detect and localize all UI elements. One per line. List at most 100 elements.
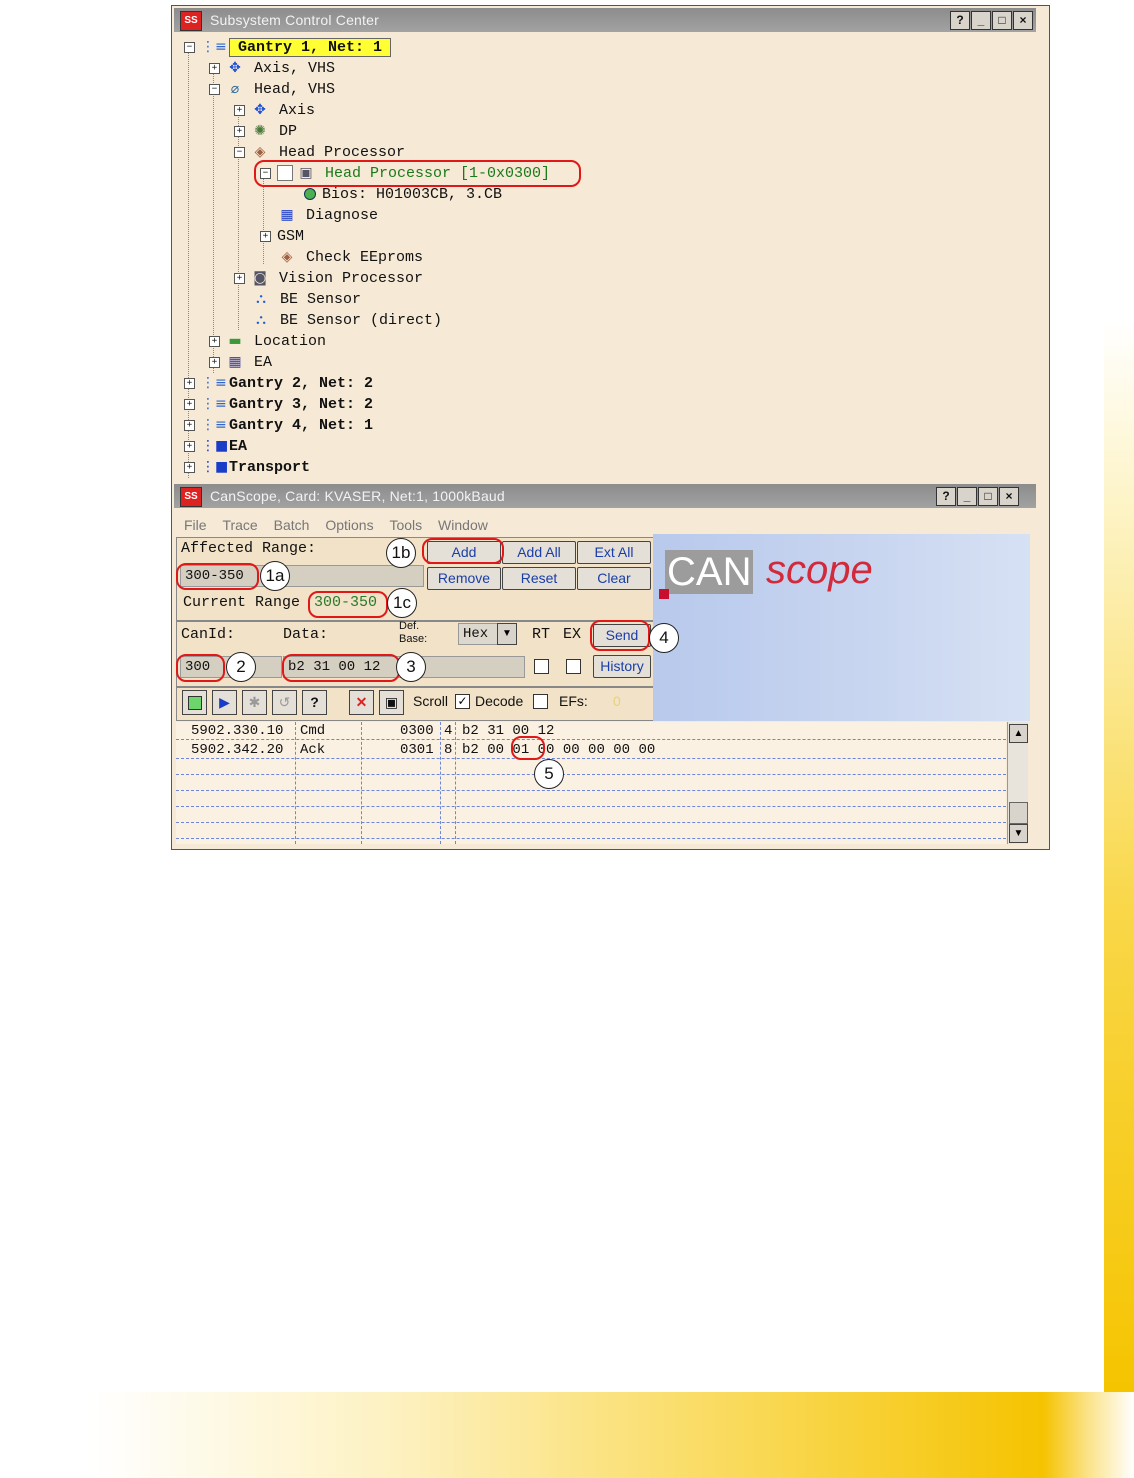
- tree-network-icon: ⋮■: [201, 459, 229, 476]
- expand-toggle-icon[interactable]: +: [209, 62, 220, 74]
- annotation-highlight-send: [590, 620, 650, 651]
- add-all-button[interactable]: Add All: [502, 541, 576, 564]
- clear-button[interactable]: Clear: [577, 567, 651, 590]
- tree-node-ea[interactable]: + ▦ EA: [209, 353, 272, 373]
- tree-node-bios[interactable]: Bios: H01003CB, 3.CB: [304, 185, 502, 205]
- trace-data: b2 31 00 12: [462, 723, 555, 739]
- expand-toggle-icon[interactable]: +: [260, 230, 271, 242]
- tree-node-gantry-1[interactable]: − ⋮≡ Gantry 1, Net: 1: [184, 38, 392, 58]
- close-button[interactable]: ×: [1013, 11, 1033, 30]
- ext-all-button[interactable]: Ext All: [577, 541, 651, 564]
- trace-scrollbar[interactable]: ▲ ▼: [1007, 722, 1028, 844]
- expand-toggle-icon[interactable]: +: [184, 440, 195, 452]
- data-label: Data:: [283, 626, 329, 643]
- history-button[interactable]: History: [593, 655, 651, 678]
- decode-checkbox[interactable]: [533, 694, 548, 709]
- expand-toggle-icon[interactable]: +: [234, 104, 245, 116]
- expand-toggle-icon[interactable]: +: [209, 335, 220, 347]
- help-icon[interactable]: ?: [950, 11, 970, 30]
- ex-checkbox[interactable]: [566, 659, 581, 674]
- chip-icon: ◈: [281, 249, 293, 266]
- expand-toggle-icon[interactable]: +: [184, 461, 195, 473]
- maximize-button[interactable]: □: [992, 11, 1012, 30]
- annotation-highlight-data: [282, 654, 400, 682]
- location-bar-icon: ▬: [228, 333, 242, 350]
- scroll-up-icon[interactable]: ▲: [1009, 724, 1028, 743]
- help-icon[interactable]: ?: [302, 690, 327, 715]
- play-icon[interactable]: ▶: [212, 690, 237, 715]
- collapse-toggle-icon[interactable]: −: [234, 146, 245, 158]
- collapse-toggle-icon[interactable]: −: [184, 41, 195, 53]
- sensor-icon: ⛬: [256, 291, 266, 308]
- callout-1b: 1b: [386, 538, 416, 568]
- expand-toggle-icon[interactable]: +: [184, 377, 195, 389]
- sensor-icon: ⛬: [256, 312, 266, 329]
- delete-icon[interactable]: ✕: [349, 690, 374, 715]
- expand-toggle-icon[interactable]: +: [234, 125, 245, 137]
- undo-icon[interactable]: ↺: [272, 690, 297, 715]
- annotation-highlight-current-range: [308, 591, 388, 618]
- trace-id: 0301: [400, 742, 434, 758]
- base-select[interactable]: Hex: [458, 623, 502, 645]
- close-button[interactable]: ×: [999, 487, 1019, 506]
- tree-node-be-sensor-direct[interactable]: ⛬ BE Sensor (direct): [252, 311, 442, 331]
- stop-icon[interactable]: [182, 690, 207, 715]
- menu-trace[interactable]: Trace: [222, 517, 257, 533]
- current-range-label: Current Range: [183, 594, 301, 611]
- app-logo-icon: SS: [180, 487, 202, 507]
- scroll-thumb[interactable]: [1009, 802, 1028, 824]
- expand-toggle-icon[interactable]: +: [234, 272, 245, 284]
- menu-options[interactable]: Options: [325, 517, 373, 533]
- tree-node-check-eeproms[interactable]: ◈ Check EEproms: [278, 248, 423, 268]
- decorative-yellow-band-bottom: [0, 1392, 1134, 1478]
- scroll-label: Scroll: [413, 693, 449, 709]
- def-base-label-1: Def.: [399, 620, 420, 632]
- rt-checkbox[interactable]: [534, 659, 549, 674]
- annotation-highlight-head-processor: [254, 160, 581, 187]
- expand-toggle-icon[interactable]: +: [209, 356, 220, 368]
- tree-network-icon: ⋮≡: [201, 39, 227, 56]
- tree-node-vision-processor[interactable]: + ◙ Vision Processor: [234, 269, 423, 289]
- chevron-down-icon[interactable]: ▼: [497, 623, 517, 645]
- pause-icon[interactable]: ✱: [242, 690, 267, 715]
- tree-node-gantry-3[interactable]: + ⋮≡ Gantry 3, Net: 2: [184, 395, 373, 415]
- menu-file[interactable]: File: [184, 517, 207, 533]
- tree-node-axis-vhs[interactable]: + ✥ Axis, VHS: [209, 59, 335, 79]
- reset-button[interactable]: Reset: [502, 567, 576, 590]
- save-icon[interactable]: ▣: [379, 690, 404, 715]
- maximize-button[interactable]: □: [978, 487, 998, 506]
- tree-node-location[interactable]: + ▬ Location: [209, 332, 326, 352]
- tree-node-transport[interactable]: + ⋮■Transport: [184, 458, 310, 478]
- menu-tools[interactable]: Tools: [389, 517, 422, 533]
- trace-len: 4: [444, 723, 453, 739]
- expand-toggle-icon[interactable]: +: [184, 398, 195, 410]
- menu-window[interactable]: Window: [438, 517, 488, 533]
- grid-icon: ▦: [228, 354, 242, 371]
- tree-node-be-sensor[interactable]: ⛬ BE Sensor: [252, 290, 361, 310]
- menu-batch[interactable]: Batch: [274, 517, 310, 533]
- tree-node-gantry-2[interactable]: + ⋮≡ Gantry 2, Net: 2: [184, 374, 373, 394]
- affected-range-label: Affected Range:: [181, 540, 317, 557]
- help-icon[interactable]: ?: [936, 487, 956, 506]
- minimize-button[interactable]: _: [957, 487, 977, 506]
- minimize-button[interactable]: _: [971, 11, 991, 30]
- collapse-toggle-icon[interactable]: −: [209, 83, 220, 95]
- tree-node-axis[interactable]: + ✥ Axis: [234, 101, 315, 121]
- remove-button[interactable]: Remove: [427, 567, 501, 590]
- tree-node-gsm[interactable]: + GSM: [260, 227, 304, 247]
- logo-square-icon: [659, 589, 669, 599]
- tree-network-icon: ⋮≡: [201, 375, 227, 392]
- tree-node-head-vhs[interactable]: − ⌀ Head, VHS: [209, 80, 335, 100]
- tree-node-gantry-4[interactable]: + ⋮≡ Gantry 4, Net: 1: [184, 416, 373, 436]
- expand-toggle-icon[interactable]: +: [184, 419, 195, 431]
- scroll-checkbox[interactable]: ✓: [455, 694, 470, 709]
- dp-nozzle-icon: ✺: [254, 123, 266, 140]
- app-logo-icon: SS: [180, 11, 202, 31]
- decode-label: Decode: [475, 693, 524, 709]
- tree-node-dp[interactable]: + ✺ DP: [234, 122, 297, 142]
- tree-network-icon: ⋮≡: [201, 417, 227, 434]
- tree-node-diagnose[interactable]: ▦ Diagnose: [278, 206, 378, 226]
- scroll-down-icon[interactable]: ▼: [1009, 824, 1028, 843]
- tree-node-ea-root[interactable]: + ⋮■EA: [184, 437, 247, 457]
- tree-network-icon: ⋮■: [201, 438, 229, 455]
